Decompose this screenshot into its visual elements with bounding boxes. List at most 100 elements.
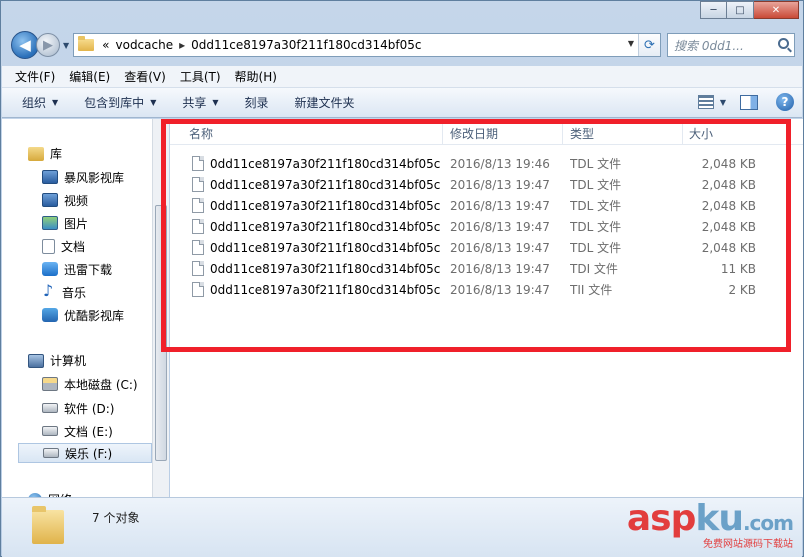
breadcrumb-overflow[interactable]: « — [102, 38, 109, 52]
menu-file[interactable]: 文件(F) — [8, 68, 62, 85]
file-type: TDL 文件 — [570, 241, 622, 255]
file-row[interactable]: 0dd11ce8197a30f211f180cd314bf05c... 2016/… — [192, 279, 762, 300]
navigation-pane: 库 暴风影视库 视频 图片 文档 迅雷下载 音乐 优酷影视库 — [2, 119, 152, 497]
search-icon[interactable] — [778, 38, 789, 49]
column-type[interactable]: 类型 — [570, 125, 594, 142]
include-in-library-label: 包含到库中 — [84, 96, 145, 110]
nav-libraries[interactable]: 库 — [28, 145, 62, 162]
search-input[interactable]: 搜索 0dd1... — [674, 37, 770, 54]
forward-button[interactable]: ▶ — [36, 33, 60, 57]
address-bar[interactable]: « vodcache ▸ 0dd11ce8197a30f211f180cd314… — [73, 33, 661, 57]
file-name: 0dd11ce8197a30f211f180cd314bf05c... — [210, 261, 440, 276]
nav-item-label: 音乐 — [62, 285, 87, 300]
recent-pages-dropdown[interactable]: ▼ — [63, 41, 69, 50]
nav-item-xunlei[interactable]: 迅雷下载 — [42, 259, 112, 279]
menu-edit[interactable]: 编辑(E) — [62, 68, 117, 85]
file-row[interactable]: 0dd11ce8197a30f211f180cd314bf05c... 2016/… — [192, 258, 762, 279]
column-date[interactable]: 修改日期 — [450, 125, 498, 142]
file-date: 2016/8/13 19:47 — [450, 219, 550, 234]
views-dropdown[interactable]: ▼ — [720, 98, 726, 107]
share-button[interactable]: 共享 ▼ — [182, 94, 218, 111]
organize-button[interactable]: 组织 ▼ — [22, 94, 58, 111]
file-size: 2,048 KB — [701, 219, 756, 234]
file-type: TDL 文件 — [570, 220, 622, 234]
file-size: 2,048 KB — [701, 240, 756, 255]
nav-item-youku[interactable]: 优酷影视库 — [42, 305, 124, 325]
drive-icon — [42, 403, 58, 413]
file-name: 0dd11ce8197a30f211f180cd314bf05c... — [210, 198, 440, 213]
menu-bar: 文件(F) 编辑(E) 查看(V) 工具(T) 帮助(H) — [2, 66, 802, 88]
nav-item-music[interactable]: 音乐 — [42, 281, 87, 302]
watermark-tld: .com — [742, 511, 794, 535]
file-row[interactable]: 0dd11ce8197a30f211f180cd314bf05c... 2016/… — [192, 195, 762, 216]
preview-pane-icon[interactable] — [740, 94, 758, 110]
column-divider[interactable] — [682, 119, 683, 145]
nav-item-documents[interactable]: 文档 — [42, 236, 85, 256]
nav-item-drive-c[interactable]: 本地磁盘 (C:) — [42, 374, 138, 394]
address-dropdown[interactable]: ▼ — [628, 39, 634, 48]
column-header: 名称 修改日期 类型 大小 — [170, 119, 803, 145]
nav-computer[interactable]: 计算机 — [28, 352, 86, 369]
burn-button[interactable]: 刻录 — [245, 94, 269, 111]
nav-libraries-label: 库 — [50, 147, 63, 161]
breadcrumb-current-folder[interactable]: 0dd11ce8197a30f211f180cd314bf05c — [191, 38, 421, 52]
back-button[interactable]: ◀ — [11, 31, 39, 59]
drive-icon — [42, 426, 58, 436]
column-divider[interactable] — [562, 119, 563, 145]
file-row[interactable]: 0dd11ce8197a30f211f180cd314bf05c... 2016/… — [192, 216, 762, 237]
watermark-text: aspku.com — [626, 498, 794, 539]
navigation-row: ◀ ▶ ▼ « vodcache ▸ 0dd11ce8197a30f211f18… — [11, 31, 795, 59]
music-note-icon — [42, 281, 56, 300]
nav-item-baofeng[interactable]: 暴风影视库 — [42, 167, 124, 187]
command-bar-right: ▼ ? — [697, 93, 794, 111]
file-name: 0dd11ce8197a30f211f180cd314bf05c... — [210, 156, 440, 171]
share-label: 共享 — [182, 96, 207, 110]
file-row[interactable]: 0dd11ce8197a30f211f180cd314bf05c... 2016/… — [192, 174, 762, 195]
computer-icon — [28, 353, 44, 368]
nav-item-drive-e[interactable]: 文档 (E:) — [42, 421, 113, 441]
help-icon[interactable]: ? — [776, 93, 794, 111]
refresh-button[interactable]: ⟳ — [638, 34, 660, 56]
breadcrumb-vodcache[interactable]: vodcache — [116, 38, 174, 52]
column-name[interactable]: 名称 — [189, 125, 213, 142]
close-button[interactable]: ✕ — [754, 1, 799, 19]
scrollbar-thumb[interactable] — [155, 205, 167, 461]
file-icon — [192, 261, 204, 276]
views-icon[interactable] — [697, 95, 714, 109]
nav-item-drive-f[interactable]: 娱乐 (F:) — [18, 443, 152, 463]
file-row[interactable]: 0dd11ce8197a30f211f180cd314bf05c... 2016/… — [192, 153, 762, 174]
file-type: TDL 文件 — [570, 199, 622, 213]
file-date: 2016/8/13 19:47 — [450, 282, 550, 297]
menu-help[interactable]: 帮助(H) — [228, 68, 284, 85]
nav-item-videos[interactable]: 视频 — [42, 190, 88, 210]
folder-icon — [78, 36, 95, 51]
menu-tools[interactable]: 工具(T) — [173, 68, 228, 85]
minimize-button[interactable]: ─ — [700, 1, 727, 19]
search-box[interactable]: 搜索 0dd1... — [667, 33, 795, 57]
file-row[interactable]: 0dd11ce8197a30f211f180cd314bf05c... 2016/… — [192, 237, 762, 258]
watermark-part-a: asp — [626, 498, 696, 539]
maximize-button[interactable]: □ — [727, 1, 754, 19]
breadcrumb-separator[interactable]: ▸ — [179, 38, 185, 52]
include-in-library-button[interactable]: 包含到库中 ▼ — [84, 94, 156, 111]
file-size: 2 KB — [728, 282, 756, 297]
file-size: 2,048 KB — [701, 198, 756, 213]
video-icon — [42, 193, 58, 207]
watermark-part-b: ku — [695, 498, 744, 539]
video-library-icon — [42, 170, 58, 184]
new-folder-button[interactable]: 新建文件夹 — [295, 94, 355, 111]
chevron-down-icon: ▼ — [150, 98, 157, 107]
file-icon — [192, 240, 204, 255]
menu-view[interactable]: 查看(V) — [117, 68, 173, 85]
document-icon — [42, 238, 55, 254]
column-divider[interactable] — [442, 119, 443, 145]
organize-label: 组织 — [22, 96, 47, 110]
nav-item-drive-d[interactable]: 软件 (D:) — [42, 398, 114, 418]
nav-item-pictures[interactable]: 图片 — [42, 213, 88, 233]
nav-item-label: 优酷影视库 — [64, 308, 125, 323]
column-size[interactable]: 大小 — [689, 125, 713, 142]
picture-icon — [42, 216, 58, 230]
nav-item-label: 视频 — [64, 193, 89, 208]
file-icon — [192, 198, 204, 213]
navigation-scrollbar[interactable] — [152, 119, 169, 497]
